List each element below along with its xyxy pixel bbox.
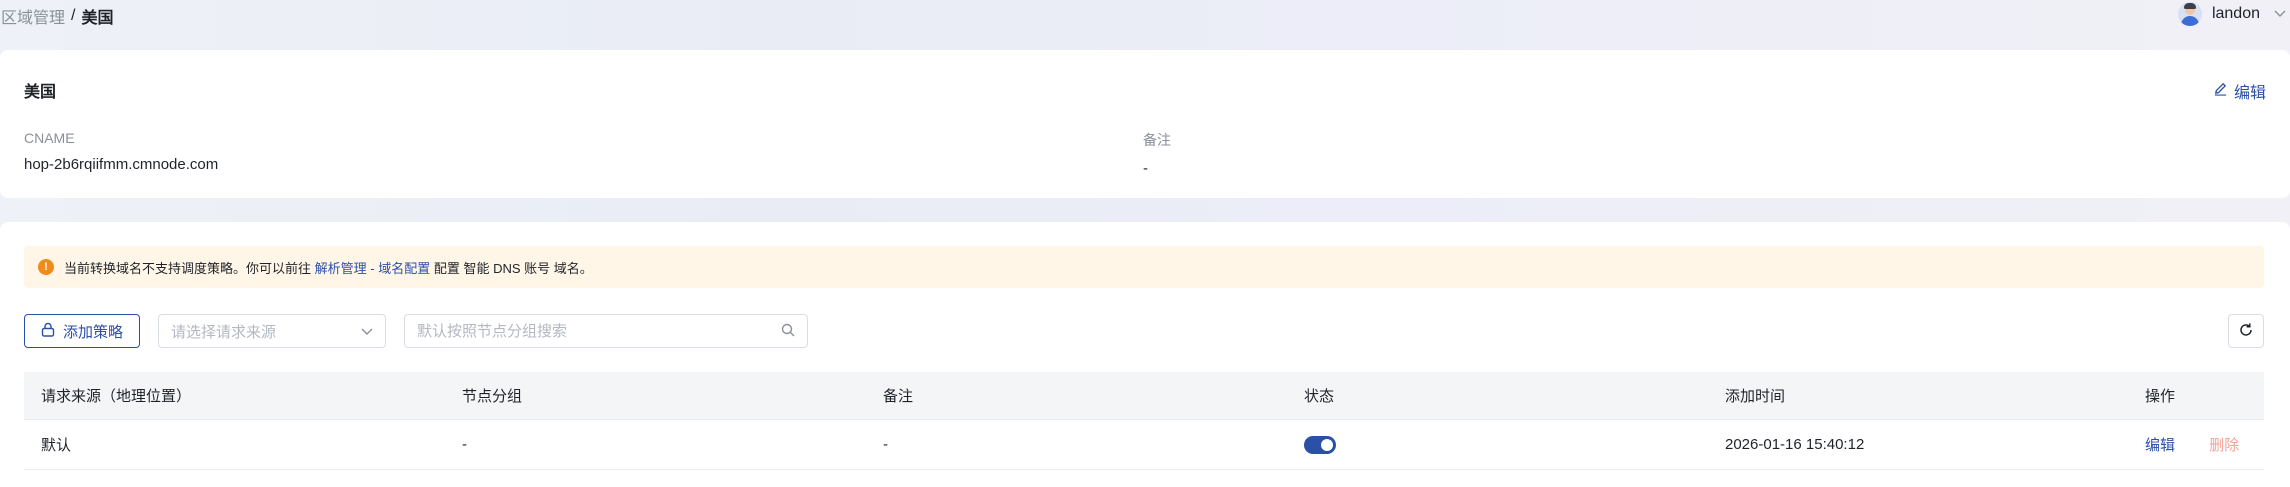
column-header-status: 状态: [1304, 388, 1335, 405]
user-menu[interactable]: landon: [2177, 2, 2290, 26]
edit-region-label: 编辑: [2233, 85, 2266, 102]
top-bar: 区域管理 / 美国 landon: [0, 0, 2290, 34]
column-header-actions: 操作: [2145, 388, 2176, 405]
alert-text-before: 当前转换域名不支持调度策略。你可以前往: [64, 260, 312, 276]
chevron-down-icon: [361, 323, 373, 340]
cell-time: 2026-01-16 15:40:12: [1725, 436, 1865, 453]
cell-group: -: [462, 436, 467, 453]
dns-management-link[interactable]: 解析管理: [315, 261, 367, 276]
row-delete-button[interactable]: 删除: [2209, 437, 2239, 454]
chevron-down-icon: [2270, 4, 2290, 24]
remark-value: -: [1143, 160, 1148, 177]
remark-field: 备注 -: [1143, 130, 1171, 177]
cname-value: hop-2b6rqiifmm.cmnode.com: [24, 156, 219, 173]
search-box: [404, 314, 808, 348]
cell-actions: 编辑 删除: [2128, 434, 2264, 455]
region-info-card: 美国 编辑 CNAME hop-2b6rqiifmm.cmnode.com 备注…: [0, 50, 2290, 198]
add-policy-button[interactable]: 添加策略: [24, 314, 140, 348]
table-header: 请求来源（地理位置） 节点分组 备注 状态 添加时间 操作: [24, 372, 2264, 420]
region-title: 美国: [24, 84, 57, 101]
warning-icon: !: [38, 259, 54, 275]
policy-table: 请求来源（地理位置） 节点分组 备注 状态 添加时间 操作 默认 - - 202…: [24, 372, 2264, 470]
edit-region-button[interactable]: 编辑: [2213, 79, 2266, 103]
alert-text-after: 配置 智能 DNS 账号 域名。: [433, 260, 593, 276]
cname-field: CNAME hop-2b6rqiifmm.cmnode.com: [24, 130, 218, 173]
alert-dash: -: [370, 260, 375, 276]
breadcrumb-current: 美国: [81, 10, 114, 27]
cell-status: [1287, 435, 1708, 454]
refresh-button[interactable]: [2228, 314, 2264, 348]
refresh-icon: [2238, 322, 2254, 341]
avatar: [2177, 2, 2202, 26]
table-row: 默认 - - 2026-01-16 15:40:12 编辑 删除: [24, 420, 2264, 470]
search-icon[interactable]: [781, 323, 795, 340]
row-edit-button[interactable]: 编辑: [2145, 437, 2175, 454]
edit-icon: [2213, 81, 2228, 101]
toolbar: 添加策略 请选择请求来源: [24, 314, 2264, 350]
warning-alert: ! 当前转换域名不支持调度策略。你可以前往 解析管理 - 域名配置 配置 智能 …: [24, 246, 2264, 288]
remark-label: 备注: [1143, 132, 1171, 148]
cell-remark: -: [883, 436, 888, 453]
breadcrumb-separator: /: [71, 7, 76, 24]
column-header-remark: 备注: [883, 388, 914, 405]
status-toggle[interactable]: [1304, 435, 1336, 454]
column-header-group: 节点分组: [462, 388, 523, 405]
cname-label: CNAME: [24, 130, 75, 146]
domain-config-link[interactable]: 域名配置: [378, 261, 430, 276]
cell-source: 默认: [41, 437, 72, 454]
column-header-source: 请求来源（地理位置）: [41, 388, 192, 405]
policy-card: ! 当前转换域名不支持调度策略。你可以前往 解析管理 - 域名配置 配置 智能 …: [0, 222, 2290, 487]
breadcrumb: 区域管理 / 美国: [1, 4, 113, 28]
lock-icon: [41, 322, 55, 341]
add-policy-label: 添加策略: [62, 323, 123, 341]
request-source-placeholder: 请选择请求来源: [171, 323, 277, 341]
search-input[interactable]: [417, 322, 757, 340]
request-source-select[interactable]: 请选择请求来源: [158, 314, 386, 348]
breadcrumb-parent-link[interactable]: 区域管理: [1, 4, 65, 28]
column-header-time: 添加时间: [1725, 388, 1786, 405]
user-name: landon: [2211, 5, 2260, 22]
